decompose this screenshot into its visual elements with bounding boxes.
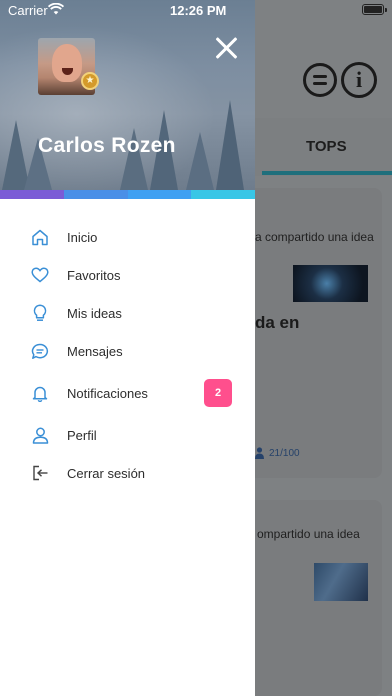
card-progress: 21/100: [269, 448, 300, 459]
strip-segment: [0, 190, 64, 199]
card-author-text: ompartido una idea: [257, 527, 360, 541]
menu-item-notificaciones[interactable]: Notificaciones 2: [0, 370, 255, 416]
drawer-header: ★ Carlos Rozen: [0, 0, 255, 190]
chat-icon[interactable]: [303, 63, 337, 97]
user-name: Carlos Rozen: [38, 134, 176, 157]
menu-item-label: Favoritos: [67, 267, 121, 283]
menu-item-favoritos[interactable]: Favoritos: [0, 256, 255, 294]
tab-underline: [262, 171, 392, 175]
home-icon: [30, 227, 50, 247]
strip-segment: [191, 190, 255, 199]
strip-segment: [63, 190, 128, 199]
logout-icon: [30, 463, 50, 483]
notification-count-badge: 2: [204, 379, 232, 407]
star-badge-icon: ★: [81, 72, 99, 90]
lightbulb-icon: [30, 303, 50, 323]
drawer-menu: Inicio Favoritos Mis ideas Mensajes Noti…: [0, 218, 255, 492]
card-author-text: a compartido una idea: [255, 230, 374, 244]
message-icon: [30, 341, 50, 361]
menu-item-label: Notificaciones: [67, 385, 148, 401]
menu-item-label: Cerrar sesión: [67, 465, 146, 481]
menu-item-mis-ideas[interactable]: Mis ideas: [0, 294, 255, 332]
card-thumbnail: [314, 563, 368, 601]
carrier-label: Carrier: [8, 3, 48, 18]
menu-item-label: Inicio: [67, 229, 98, 245]
card-title: da en: [255, 313, 300, 332]
menu-item-perfil[interactable]: Perfil: [0, 416, 255, 454]
status-bar: Carrier 12:26 PM: [0, 0, 392, 20]
close-button[interactable]: [214, 36, 238, 60]
tab-tops[interactable]: TOPS: [306, 138, 347, 155]
bell-icon: [30, 383, 50, 403]
menu-item-label: Mensajes: [67, 343, 123, 359]
side-drawer: ★ Carlos Rozen Inicio Favoritos Mis idea…: [0, 0, 255, 696]
menu-item-label: Mis ideas: [67, 305, 122, 321]
card-thumbnail: [293, 265, 368, 302]
wifi-icon: [47, 2, 65, 18]
clock: 12:26 PM: [170, 3, 227, 18]
info-icon[interactable]: i: [341, 62, 377, 98]
menu-item-mensajes[interactable]: Mensajes: [0, 332, 255, 370]
strip-segment: [127, 190, 192, 199]
person-icon: [255, 447, 264, 459]
menu-item-cerrar-sesion[interactable]: Cerrar sesión: [0, 454, 255, 492]
battery-icon: [362, 4, 387, 15]
menu-item-label: Perfil: [67, 427, 97, 443]
color-strip: [0, 190, 255, 199]
user-icon: [30, 425, 50, 445]
heart-icon: [30, 265, 50, 285]
menu-item-inicio[interactable]: Inicio: [0, 218, 255, 256]
